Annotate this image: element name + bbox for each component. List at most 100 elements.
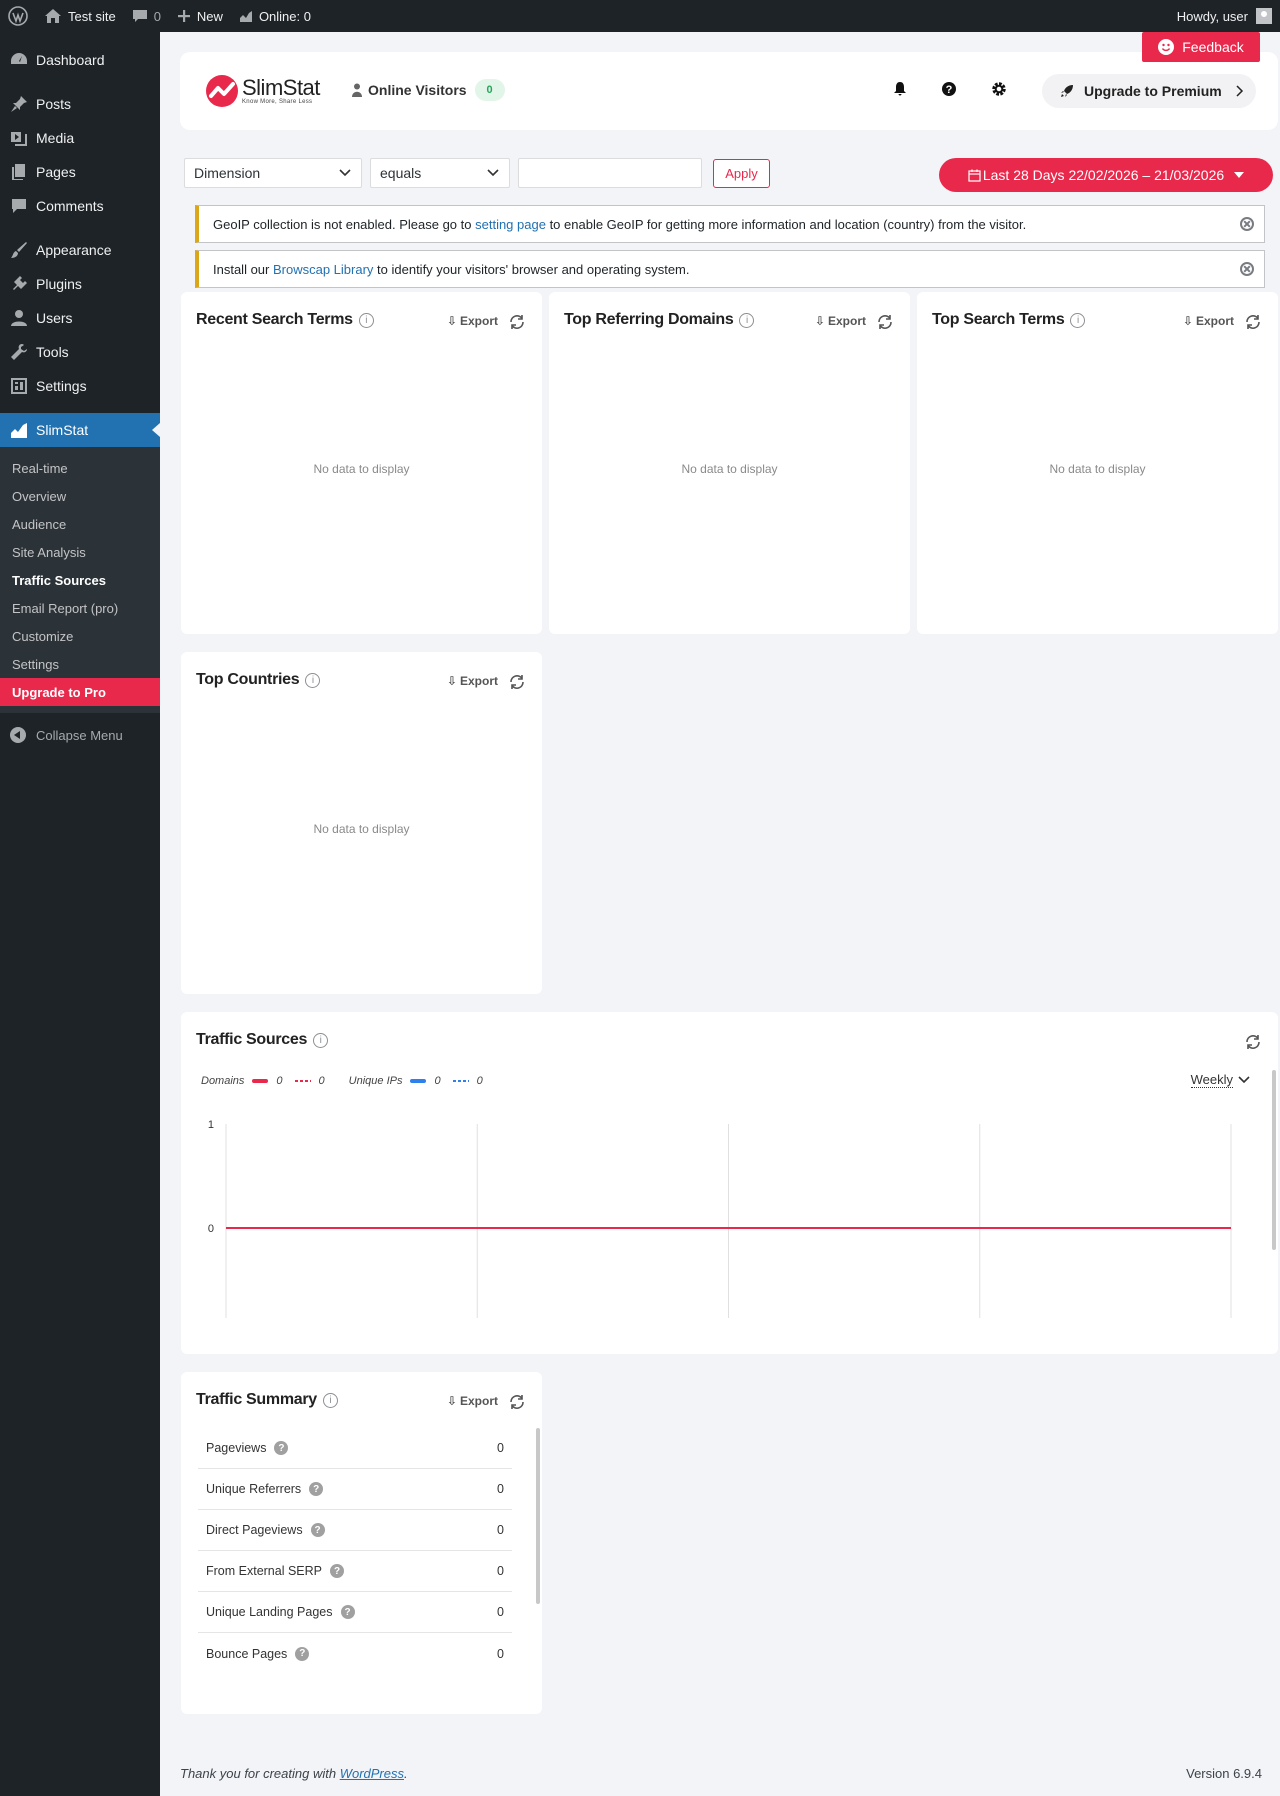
date-range-label: Last 28 Days 22/02/2026 – 21/03/2026 bbox=[982, 167, 1225, 183]
bell-icon[interactable] bbox=[892, 81, 908, 97]
summary-value: 0 bbox=[497, 1564, 504, 1578]
sidebar-item-posts[interactable]: Posts bbox=[0, 87, 160, 121]
box-title: Top Countries bbox=[196, 671, 300, 688]
help-icon[interactable]: ? bbox=[295, 1646, 310, 1661]
export-button[interactable]: ⇩ Export bbox=[447, 1394, 498, 1408]
sidebar-item-users[interactable]: Users bbox=[0, 301, 160, 335]
date-range-button[interactable]: Last 28 Days 22/02/2026 – 21/03/2026 bbox=[939, 158, 1273, 192]
comments-link[interactable]: 0 bbox=[124, 0, 169, 32]
wrench-icon bbox=[11, 344, 27, 360]
submenu-traffic-sources[interactable]: Traffic Sources bbox=[0, 566, 160, 594]
avatar bbox=[1256, 8, 1272, 24]
dismiss-icon[interactable] bbox=[1240, 217, 1254, 231]
chevron-down-icon[interactable] bbox=[1238, 1076, 1250, 1084]
collapse-label: Collapse Menu bbox=[36, 727, 123, 743]
refresh-icon[interactable] bbox=[1244, 313, 1262, 331]
upgrade-to-premium-button[interactable]: Upgrade to Premium bbox=[1042, 74, 1256, 108]
comments-count: 0 bbox=[153, 8, 161, 24]
info-icon[interactable]: i bbox=[358, 312, 374, 328]
refresh-icon[interactable] bbox=[508, 673, 526, 691]
sidebar-item-label: SlimStat bbox=[36, 422, 89, 438]
apply-button[interactable]: Apply bbox=[713, 159, 770, 188]
feedback-button[interactable]: Feedback bbox=[1142, 32, 1260, 62]
help-icon[interactable]: ? bbox=[330, 1564, 345, 1578]
legend-domains-label[interactable]: Domains bbox=[201, 1075, 244, 1087]
wordpress-logo-icon[interactable] bbox=[0, 0, 36, 32]
sidebar-item-label: Users bbox=[36, 310, 73, 326]
info-icon[interactable]: i bbox=[313, 1032, 329, 1048]
export-button[interactable]: ⇩ Export bbox=[447, 674, 498, 688]
submenu-real-time[interactable]: Real-time bbox=[0, 454, 160, 482]
new-content-link[interactable]: New bbox=[169, 0, 231, 32]
info-icon[interactable]: i bbox=[739, 312, 755, 328]
collapse-menu-button[interactable]: Collapse Menu bbox=[0, 717, 160, 753]
chart-scrollbar[interactable] bbox=[1272, 1070, 1276, 1250]
dimension-select[interactable]: Dimension bbox=[184, 158, 362, 188]
export-button[interactable]: ⇩ Export bbox=[815, 314, 866, 328]
sidebar-item-media[interactable]: Media bbox=[0, 121, 160, 155]
legend-domains-current: 0 bbox=[276, 1075, 283, 1087]
setting-page-link[interactable]: setting page bbox=[475, 217, 546, 232]
summary-label: Direct Pageviews bbox=[206, 1523, 303, 1537]
summary-value: 0 bbox=[497, 1523, 504, 1537]
submenu-settings[interactable]: Settings bbox=[0, 650, 160, 678]
operator-select[interactable]: equals bbox=[370, 158, 510, 188]
dismiss-icon[interactable] bbox=[1240, 262, 1254, 276]
slimstat-logo: SlimStat Know More, Share Less bbox=[206, 75, 320, 107]
wordpress-link[interactable]: WordPress bbox=[340, 1766, 404, 1781]
site-name-link[interactable]: Test site bbox=[36, 0, 124, 32]
operator-value: equals bbox=[380, 165, 422, 181]
export-icon: ⇩ bbox=[446, 674, 457, 688]
admin-bar: Test site 0 New Online: 0 Howdy, user bbox=[0, 0, 1280, 32]
info-icon[interactable]: i bbox=[305, 672, 321, 688]
online-link[interactable]: Online: 0 bbox=[231, 0, 319, 32]
help-icon[interactable]: ? bbox=[340, 1605, 355, 1619]
export-button[interactable]: ⇩ Export bbox=[1183, 314, 1234, 328]
sidebar-item-slimstat[interactable]: SlimStat bbox=[0, 413, 160, 447]
submenu-overview[interactable]: Overview bbox=[0, 482, 160, 510]
calendar-icon bbox=[968, 169, 981, 182]
chart-icon bbox=[239, 11, 252, 22]
submenu-email-report[interactable]: Email Report (pro) bbox=[0, 594, 160, 622]
box-title: Recent Search Terms bbox=[196, 311, 353, 328]
summary-value: 0 bbox=[497, 1482, 504, 1496]
y-tick-label: 0 bbox=[208, 1223, 214, 1235]
period-select[interactable]: Weekly bbox=[1190, 1072, 1233, 1088]
person-icon bbox=[352, 83, 362, 97]
submenu-audience[interactable]: Audience bbox=[0, 510, 160, 538]
legend-unique-ips-label[interactable]: Unique IPs bbox=[349, 1075, 403, 1087]
browscap-notice-text: Install our Browscap Library to identify… bbox=[213, 261, 690, 277]
export-button[interactable]: ⇩ Export bbox=[447, 314, 498, 328]
sidebar-item-settings[interactable]: Settings bbox=[0, 369, 160, 403]
sidebar-item-plugins[interactable]: Plugins bbox=[0, 267, 160, 301]
refresh-icon[interactable] bbox=[508, 1393, 526, 1411]
submenu-upgrade-to-pro[interactable]: Upgrade to Pro bbox=[0, 678, 160, 706]
help-icon[interactable]: ? bbox=[310, 1523, 325, 1537]
export-icon: ⇩ bbox=[446, 314, 457, 328]
footer-thanks: Thank you for creating with WordPress. bbox=[180, 1766, 408, 1781]
refresh-icon[interactable] bbox=[876, 313, 894, 331]
refresh-icon[interactable] bbox=[508, 313, 526, 331]
gear-icon[interactable] bbox=[991, 81, 1007, 97]
filter-value-input[interactable] bbox=[518, 158, 702, 188]
sidebar-item-dashboard[interactable]: Dashboard bbox=[0, 43, 160, 77]
sidebar-item-tools[interactable]: Tools bbox=[0, 335, 160, 369]
info-icon[interactable]: i bbox=[1070, 312, 1086, 328]
sidebar-item-appearance[interactable]: Appearance bbox=[0, 233, 160, 267]
refresh-icon[interactable] bbox=[1244, 1033, 1262, 1051]
export-icon: ⇩ bbox=[446, 1394, 457, 1408]
help-icon[interactable]: ? bbox=[941, 81, 957, 97]
chevron-down-icon bbox=[339, 169, 351, 177]
help-icon[interactable]: ? bbox=[309, 1482, 324, 1496]
summary-scrollbar[interactable] bbox=[536, 1428, 540, 1604]
help-icon[interactable]: ? bbox=[274, 1441, 289, 1455]
sidebar-item-pages[interactable]: Pages bbox=[0, 155, 160, 189]
my-account-link[interactable]: Howdy, user bbox=[1169, 0, 1280, 32]
traffic-summary-box: Traffic Summary i ⇩ Export Pageviews? 0 Uni… bbox=[181, 1372, 542, 1714]
submenu-customize[interactable]: Customize bbox=[0, 622, 160, 650]
plug-icon bbox=[13, 276, 27, 290]
browscap-library-link[interactable]: Browscap Library bbox=[273, 262, 373, 277]
submenu-site-analysis[interactable]: Site Analysis bbox=[0, 538, 160, 566]
info-icon[interactable]: i bbox=[322, 1392, 338, 1408]
sidebar-item-comments[interactable]: Comments bbox=[0, 189, 160, 223]
